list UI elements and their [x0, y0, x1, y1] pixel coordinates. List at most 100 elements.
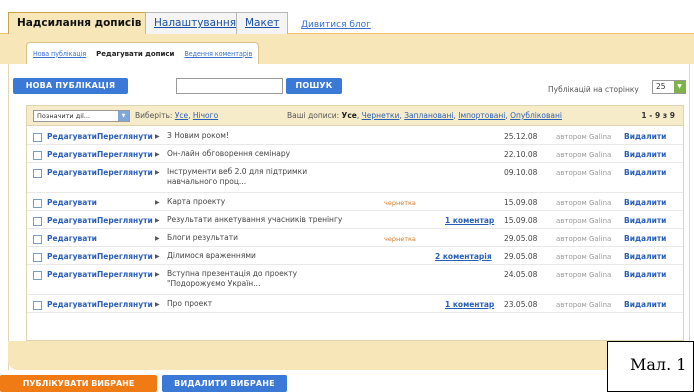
edit-post-link[interactable]: Редагувати	[47, 270, 97, 279]
post-title[interactable]: Блоги результати	[167, 233, 357, 243]
post-date: 22.10.08	[504, 150, 538, 159]
edit-post-link[interactable]: Редагувати	[47, 252, 97, 261]
new-post-button[interactable]: НОВА ПУБЛІКАЦІЯ	[13, 78, 128, 94]
post-checkbox[interactable]	[33, 133, 42, 142]
post-title[interactable]: Он-лайн обговорення семінару	[167, 149, 357, 159]
edit-post-link[interactable]: Редагувати	[47, 168, 97, 177]
edit-post-link[interactable]: Редагувати	[47, 234, 97, 243]
post-checkbox[interactable]	[33, 235, 42, 244]
per-page-select[interactable]: 25 ▼	[652, 80, 686, 94]
tab-posting[interactable]: Надсилання дописів	[8, 12, 151, 35]
post-title[interactable]: Результати анкетування учасників тренінг…	[167, 215, 357, 225]
post-row: Редагувати Переглянути ▶ Он-лайн обговоренн…	[27, 145, 683, 163]
posts-list: Позначити дії... ▼ Виберіть: Усе, Нічого…	[26, 105, 684, 341]
edit-post-link[interactable]: Редагувати	[47, 132, 97, 141]
comments-link[interactable]: 2 коментарія	[435, 252, 492, 261]
post-title[interactable]: Вступна презентація до проекту "Подорожу…	[167, 269, 357, 289]
post-checkbox[interactable]	[33, 199, 42, 208]
expand-triangle-icon[interactable]: ▶	[155, 133, 160, 140]
post-title[interactable]: Карта проекту	[167, 197, 357, 207]
expand-triangle-icon[interactable]: ▶	[155, 199, 160, 206]
post-date: 24.05.08	[504, 270, 538, 279]
subtab-moderate-comments[interactable]: Ведення коментарів	[184, 50, 252, 58]
draft-status-label: чернетка	[384, 199, 416, 207]
tab-layout[interactable]: Макет	[236, 12, 289, 34]
post-checkbox[interactable]	[33, 169, 42, 178]
post-author: автором Galina	[556, 253, 612, 261]
delete-post-link[interactable]: Видалити	[624, 300, 666, 309]
chevron-down-icon[interactable]: ▼	[118, 111, 129, 121]
figure-caption: Мал. 1	[607, 341, 694, 392]
post-title[interactable]: Про проект	[167, 299, 357, 309]
filter-all[interactable]: Усе	[342, 111, 357, 120]
bulk-actions-select[interactable]: Позначити дії... ▼	[33, 110, 130, 122]
post-row: Редагувати Переглянути ▶ Про проект 1 комент…	[27, 295, 683, 313]
delete-post-link[interactable]: Видалити	[624, 234, 666, 243]
delete-post-link[interactable]: Видалити	[624, 216, 666, 225]
edit-post-link[interactable]: Редагувати	[47, 300, 97, 309]
post-author: автором Galina	[556, 169, 612, 177]
expand-triangle-icon[interactable]: ▶	[155, 253, 160, 260]
edit-post-link[interactable]: Редагувати	[47, 216, 97, 225]
edit-post-link[interactable]: Редагувати	[47, 198, 97, 207]
post-row: Редагувати Переглянути ▶ Вступна презентаці…	[27, 265, 683, 295]
post-title[interactable]: З Новим роком!	[167, 131, 357, 141]
expand-triangle-icon[interactable]: ▶	[155, 151, 160, 158]
delete-selected-button[interactable]: ВИДАЛИТИ ВИБРАНЕ	[162, 375, 287, 392]
post-author: автором Galina	[556, 133, 612, 141]
main-tab-bar: Надсилання дописів Налаштування Макет Ди…	[0, 0, 694, 35]
delete-post-link[interactable]: Видалити	[624, 270, 666, 279]
delete-post-link[interactable]: Видалити	[624, 132, 666, 141]
post-checkbox[interactable]	[33, 151, 42, 160]
post-row: Редагувати ▶ Карта проекту чернетка 15.09.08…	[27, 193, 683, 211]
view-post-link[interactable]: Переглянути	[97, 300, 153, 309]
select-none-link[interactable]: Нічого	[193, 111, 218, 120]
view-post-link[interactable]: Переглянути	[97, 132, 153, 141]
expand-triangle-icon[interactable]: ▶	[155, 301, 160, 308]
subtab-edit-posts[interactable]: Редагувати дописи	[96, 50, 174, 58]
expand-triangle-icon[interactable]: ▶	[155, 271, 160, 278]
expand-triangle-icon[interactable]: ▶	[155, 169, 160, 176]
delete-post-link[interactable]: Видалити	[624, 252, 666, 261]
post-checkbox[interactable]	[33, 301, 42, 310]
sub-tab-group: Нова публікація Редагувати дописи Веденн…	[26, 42, 260, 64]
delete-post-link[interactable]: Видалити	[624, 150, 666, 159]
post-title[interactable]: Ділимося враженнями	[167, 251, 357, 261]
search-input[interactable]	[176, 78, 283, 94]
view-post-link[interactable]: Переглянути	[97, 270, 153, 279]
chevron-down-icon[interactable]: ▼	[674, 81, 685, 93]
filter-drafts[interactable]: Чернетки	[362, 111, 400, 120]
per-page-label: Публікацій на сторінку	[548, 85, 639, 94]
select-all-link[interactable]: Усе	[175, 111, 188, 120]
filter-published[interactable]: Опубліковані	[510, 111, 562, 120]
comments-link[interactable]: 1 коментар	[445, 300, 494, 309]
panel-footer	[8, 341, 690, 370]
search-button[interactable]: ПОШУК	[286, 78, 342, 94]
delete-post-link[interactable]: Видалити	[624, 198, 666, 207]
subtab-new-post[interactable]: Нова публікація	[33, 50, 86, 58]
expand-triangle-icon[interactable]: ▶	[155, 217, 160, 224]
post-author: автором Galina	[556, 217, 612, 225]
post-checkbox[interactable]	[33, 217, 42, 226]
comments-link[interactable]: 1 коментар	[445, 216, 494, 225]
draft-status-label: чернетка	[384, 235, 416, 243]
post-title[interactable]: Інструменти веб 2.0 для підтримки навчал…	[167, 167, 357, 187]
delete-post-link[interactable]: Видалити	[624, 168, 666, 177]
tab-settings[interactable]: Налаштування	[145, 12, 246, 34]
post-checkbox[interactable]	[33, 253, 42, 262]
post-author: автором Galina	[556, 151, 612, 159]
post-author: автором Galina	[556, 199, 612, 207]
select-label: Виберіть:	[135, 111, 173, 120]
edit-post-link[interactable]: Редагувати	[47, 150, 97, 159]
filter-scheduled[interactable]: Заплановані	[404, 111, 453, 120]
view-post-link[interactable]: Переглянути	[97, 252, 153, 261]
post-author: автором Galina	[556, 301, 612, 309]
post-date: 15.09.08	[504, 198, 538, 207]
view-post-link[interactable]: Переглянути	[97, 150, 153, 159]
filter-imported[interactable]: Імпортовані	[458, 111, 505, 120]
post-checkbox[interactable]	[33, 271, 42, 280]
expand-triangle-icon[interactable]: ▶	[155, 235, 160, 242]
view-post-link[interactable]: Переглянути	[97, 216, 153, 225]
view-post-link[interactable]: Переглянути	[97, 168, 153, 177]
publish-selected-button[interactable]: ПУБЛІКУВАТИ ВИБРАНЕ	[0, 375, 157, 392]
